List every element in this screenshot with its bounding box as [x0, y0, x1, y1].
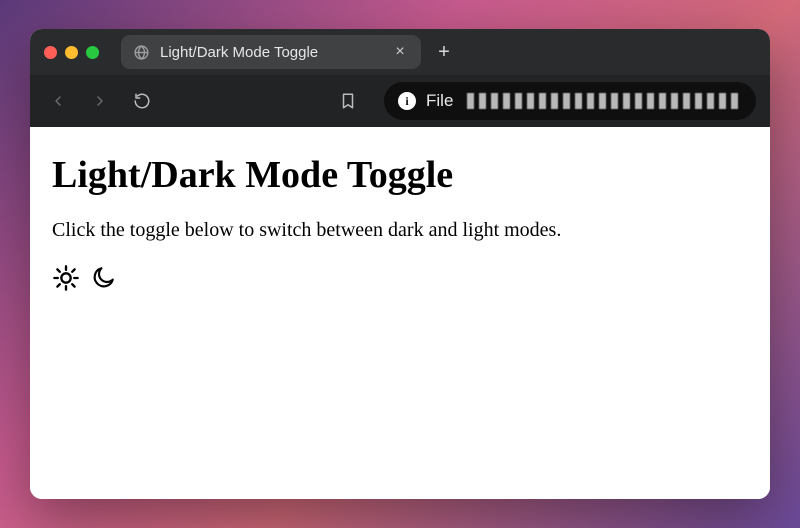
window-minimize-button[interactable] — [65, 46, 78, 59]
browser-window: Light/Dark Mode Toggle × + i File — [30, 29, 770, 499]
address-path-obscured — [467, 93, 742, 109]
address-bar[interactable]: i File — [384, 82, 756, 120]
reload-button[interactable] — [128, 87, 156, 115]
moon-icon — [90, 265, 116, 291]
page-heading: Light/Dark Mode Toggle — [52, 153, 748, 197]
tab-title: Light/Dark Mode Toggle — [160, 44, 381, 61]
sun-icon — [52, 264, 80, 292]
forward-button[interactable] — [86, 87, 114, 115]
page-description: Click the toggle below to switch between… — [52, 219, 748, 242]
browser-tab[interactable]: Light/Dark Mode Toggle × — [121, 35, 421, 69]
address-scheme-label: File — [426, 91, 453, 111]
mode-toggle[interactable] — [52, 264, 748, 292]
window-controls — [44, 46, 99, 59]
titlebar: Light/Dark Mode Toggle × + — [30, 29, 770, 75]
bookmark-button[interactable] — [334, 87, 362, 115]
back-button[interactable] — [44, 87, 72, 115]
info-icon: i — [398, 92, 416, 110]
window-maximize-button[interactable] — [86, 46, 99, 59]
new-tab-button[interactable]: + — [431, 41, 457, 64]
toolbar: i File — [30, 75, 770, 127]
tab-close-button[interactable]: × — [391, 43, 409, 61]
window-close-button[interactable] — [44, 46, 57, 59]
globe-icon — [133, 44, 150, 61]
page-content: Light/Dark Mode Toggle Click the toggle … — [30, 127, 770, 499]
